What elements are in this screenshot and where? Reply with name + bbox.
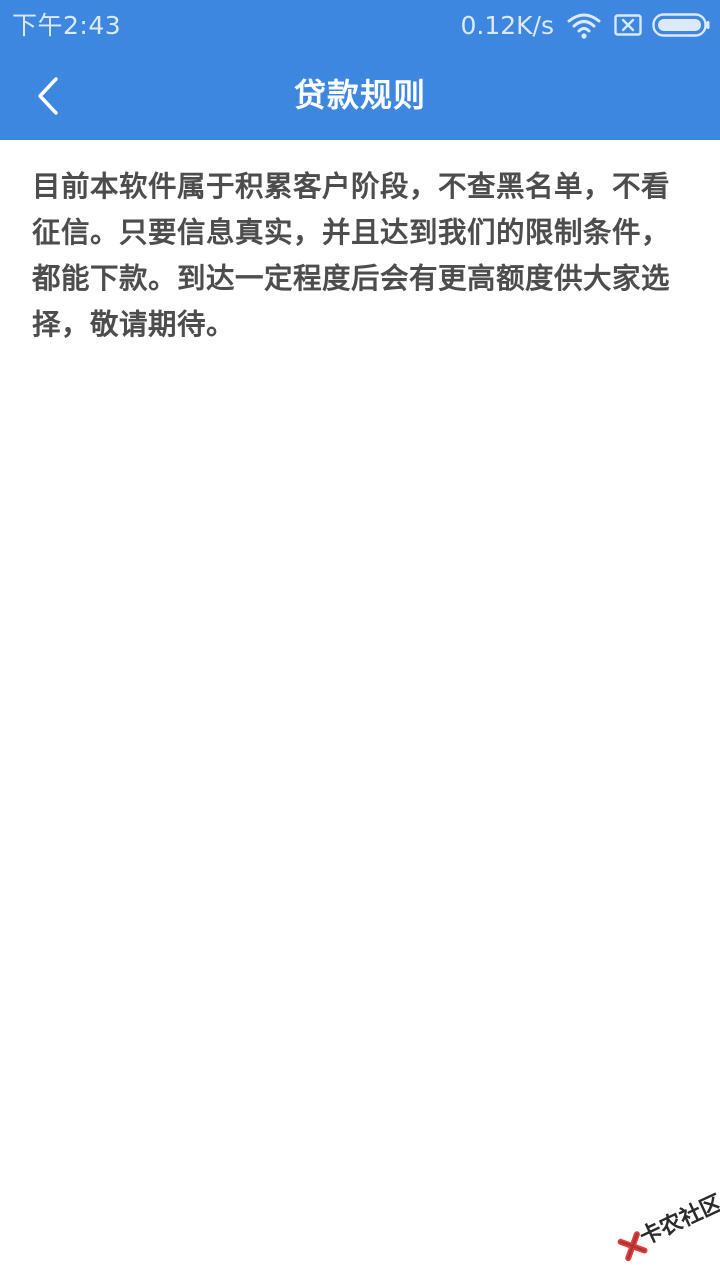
page-title: 贷款规则 (293, 76, 426, 114)
status-time: 下午2:43 (12, 11, 122, 40)
sim-icon (614, 14, 642, 36)
battery-icon (652, 13, 710, 37)
watermark-text: 卡农社区 (636, 1190, 720, 1251)
app-screen: 下午2:43 0.12K/s 贷款规则 目前本软件属于积累客户阶段，不查黑名单，… (0, 0, 720, 1280)
back-button[interactable] (20, 66, 80, 126)
navigation-bar: 贷款规则 (0, 52, 720, 140)
network-speed: 0.12K/s (460, 11, 554, 40)
rules-text: 目前本软件属于积累客户阶段，不查黑名单，不看征信。只要信息真实，并且达到我们的限… (32, 170, 671, 341)
status-bar: 下午2:43 0.12K/s (0, 0, 720, 52)
watermark: 卡农社区 (604, 1177, 720, 1275)
top-app-bar: 下午2:43 0.12K/s 贷款规则 (0, 0, 720, 140)
chevron-left-icon (38, 77, 58, 115)
wifi-icon (567, 13, 601, 39)
